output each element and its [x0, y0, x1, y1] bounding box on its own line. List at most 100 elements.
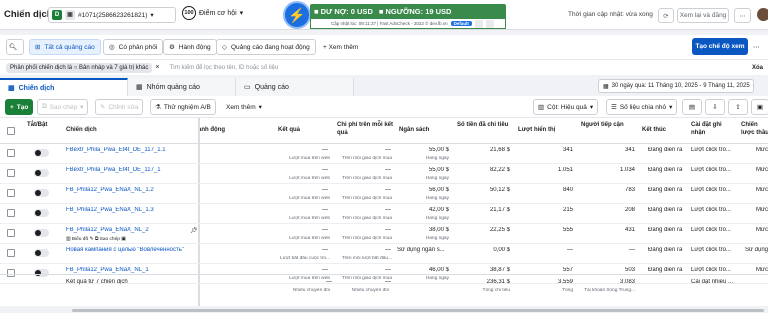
budget-value[interactable]: 38,00 $: [397, 227, 449, 233]
campaign-name-link[interactable]: FB_Phila12_Pwa_ENaX_NL_1: [66, 267, 194, 273]
table-row[interactable]: FBextr_Phila_Pwa_Et4t_DE_117_1 — Lượt mua …: [0, 164, 768, 184]
view-toolbar: 🔍︎ ⊞ Tất cả quảng cáo ◎ Có phân phối ⚙ Hành…: [0, 35, 768, 61]
budget-value[interactable]: Sử dụng ngân s...: [397, 247, 449, 253]
campaign-table: Tắt/Bật Chiến dịch ành động Kết quả Chi …: [0, 118, 768, 306]
account-avatar-icon: ▣: [65, 10, 75, 20]
table-row[interactable]: FBextr_Phila_Pwa_Et4t_DE_117_1.1 — Lượt mu…: [0, 144, 768, 164]
campaign-name-link[interactable]: FB_Phila12_Pwa_ENaX_NL_1.2: [66, 187, 194, 193]
row-checkbox[interactable]: [7, 229, 15, 237]
budget-value[interactable]: 56,00 $: [397, 187, 449, 193]
column-header[interactable]: Chi phí trên mỗi kết quả: [337, 121, 395, 137]
column-header[interactable]: Kết thúc: [642, 126, 666, 134]
create-view-button[interactable]: Tạo chế độ xem: [692, 38, 748, 55]
table-row[interactable]: FB_Phila12_Pwa_ENaX_NL_1.3 — Lượt mua trên…: [0, 204, 768, 224]
account-selector[interactable]: D ▣ #1071(2586623261821) ▾: [48, 7, 176, 23]
ab-test-button[interactable]: ⚗ Thử nghiệm A/B: [150, 99, 216, 115]
export-icon[interactable]: ⇩: [705, 99, 725, 115]
info-icon[interactable]: [485, 19, 494, 28]
result-sub: Lượt mua trên web: [289, 156, 330, 161]
column-header[interactable]: Kết quả: [278, 126, 300, 134]
budget-value[interactable]: 55,00 $: [397, 147, 449, 153]
tab-all-ads[interactable]: ⊞ Tất cả quảng cáo: [29, 39, 101, 55]
row-duplicate-link[interactable]: Sao chép: [100, 237, 120, 242]
avatar[interactable]: [757, 8, 768, 21]
row-checkbox[interactable]: [7, 189, 15, 197]
lightning-icon[interactable]: ⚡: [283, 1, 311, 29]
budget-value[interactable]: 55,00 $: [397, 167, 449, 173]
column-header[interactable]: Lượt hiển thị: [518, 126, 555, 134]
clear-filter-link[interactable]: Xóa: [752, 65, 763, 71]
duplicate-button[interactable]: ⧉ Sao chép ▾: [37, 99, 89, 115]
search-button[interactable]: 🔍︎: [6, 39, 24, 55]
tab-has-spend[interactable]: ◎ Có phân phối: [103, 39, 164, 55]
toggle-switch[interactable]: [34, 209, 49, 217]
attribution-value: Lượt click tro...: [691, 207, 731, 213]
more-icon[interactable]: ⋯: [734, 8, 751, 23]
close-icon[interactable]: ×: [155, 64, 159, 71]
chart-icon[interactable]: ▤: [682, 99, 702, 115]
more-icon[interactable]: ⋯: [753, 39, 768, 55]
column-header[interactable]: ành động: [198, 126, 225, 134]
column-header[interactable]: Người tiếp cận: [581, 121, 637, 129]
filter-search-input[interactable]: Tìm kiếm để lọc theo tên, ID hoặc số liệ…: [169, 65, 278, 71]
table-row[interactable]: FB_Phila12_Pwa_ENaX_NL_2 ▥ Biểu đồ ✎ ⧉ Sa…: [0, 224, 768, 244]
see-more-actions[interactable]: Xem thêm ▾: [222, 99, 266, 115]
opportunity-score[interactable]: 100 Điểm cơ hội ▾: [182, 6, 243, 20]
edit-button[interactable]: ✎ Chỉnh sửa: [95, 99, 144, 115]
row-checkbox[interactable]: [7, 249, 15, 257]
row-checkbox[interactable]: [7, 169, 15, 177]
review-publish-button[interactable]: Xem lại và đăng: [677, 8, 729, 23]
tab-active-ads[interactable]: ◇ Quảng cáo đang hoạt động: [216, 39, 316, 55]
table-row[interactable]: FB_Phila12_Pwa_ENaX_NL_1.2 — Lượt mua trên…: [0, 184, 768, 204]
campaign-name-link[interactable]: FB_Phila12_Pwa_ENaX_NL_1.3: [66, 207, 194, 213]
column-header[interactable]: Tắt/Bật: [27, 121, 47, 129]
tab-ads[interactable]: ▭ Quảng cáo: [236, 78, 354, 96]
column-header[interactable]: Số tiền đã chi tiêu: [457, 121, 513, 129]
column-header[interactable]: Chiến lược thầu: [741, 121, 768, 137]
tab-actions[interactable]: ⚙ Hành động: [163, 39, 217, 55]
campaign-name-link[interactable]: FB_Phila12_Pwa_ENaX_NL_2: [66, 227, 194, 233]
horizontal-scrollbar[interactable]: [72, 309, 764, 312]
export-icon[interactable]: ⇪: [728, 99, 748, 115]
table-row[interactable]: Новая кампания с целью "Вовлеченность" — L…: [0, 244, 768, 264]
create-button[interactable]: + Tạo: [5, 99, 34, 115]
tab-ads-label: Quảng cáo: [254, 83, 289, 91]
pin-icon[interactable]: 📌︎: [190, 227, 198, 234]
toggle-switch[interactable]: [34, 249, 49, 257]
default-tag[interactable]: Default: [450, 21, 472, 26]
end-value: Đang diễn ra: [648, 167, 683, 173]
filter-chip[interactable]: Phân phối chiến dịch là ○ Bản nháp và 7 …: [6, 62, 153, 73]
column-header[interactable]: Cài đặt ghi nhận: [691, 121, 735, 137]
row-chart-link[interactable]: Biểu đồ: [72, 237, 88, 242]
campaign-name-link[interactable]: Новая кампания с целью "Вовлеченность": [66, 247, 194, 253]
toggle-switch[interactable]: [34, 229, 49, 237]
tab-ad-sets[interactable]: ▦ Nhóm quảng cáo: [128, 78, 236, 96]
breakdown-selector[interactable]: ☰ Số liệu chia nhỏ ▾: [606, 99, 678, 115]
tab-campaigns[interactable]: ▦ Chiến dịch: [0, 78, 128, 96]
toggle-switch[interactable]: [34, 149, 49, 157]
campaign-name-link[interactable]: FBextr_Phila_Pwa_Et4t_DE_117_1.1: [66, 147, 194, 153]
column-header[interactable]: Chiến dịch: [66, 126, 97, 134]
row-checkbox[interactable]: [7, 149, 15, 157]
result-value: —: [322, 187, 328, 193]
grid-icon: ⊞: [35, 44, 41, 51]
report-icon[interactable]: ▣: [751, 99, 768, 115]
pencil-icon: ✎: [100, 104, 106, 111]
toggle-switch[interactable]: [34, 189, 49, 197]
settings-icon[interactable]: [474, 19, 483, 28]
columns-selector[interactable]: ▥ Cột: Hiệu quả ▾: [533, 99, 599, 115]
column-header[interactable]: Ngân sách: [399, 126, 429, 134]
toggle-switch[interactable]: [34, 169, 49, 177]
budget-sub: Hàng ngày: [425, 176, 449, 181]
campaign-name-link[interactable]: FBextr_Phila_Pwa_Et4t_DE_117_1: [66, 167, 194, 173]
row-checkbox[interactable]: [7, 209, 15, 217]
select-all-checkbox[interactable]: [7, 127, 15, 135]
end-value: Đang diễn ra: [648, 267, 683, 273]
budget-value[interactable]: 42,00 $: [397, 207, 449, 213]
refresh-icon[interactable]: ⟳: [658, 8, 674, 23]
budget-value[interactable]: 46,00 $: [397, 267, 449, 273]
budget-sub: Hàng ngày: [425, 236, 449, 241]
see-more-views[interactable]: + Xem thêm: [318, 39, 364, 55]
total-label: Kết quả từ 7 chiến dịch: [66, 279, 128, 285]
date-range-picker[interactable]: ▦ 30 ngày qua: 11 Tháng 10, 2025 - 9 Thán…: [598, 79, 754, 93]
